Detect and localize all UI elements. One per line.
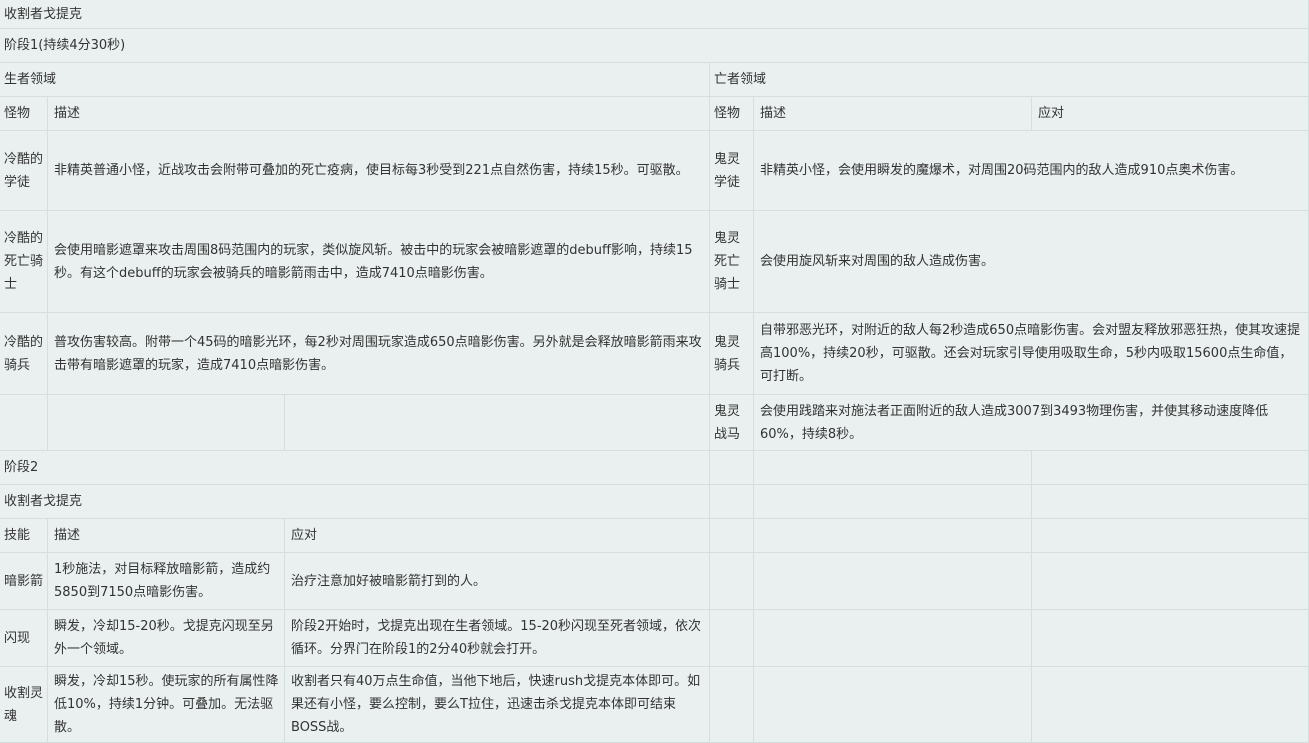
empty-cell [754, 610, 1032, 667]
dead-realm-header: 亡者领域 [710, 63, 1309, 97]
empty-cell [710, 553, 754, 610]
skill-name: 闪现 [0, 610, 48, 667]
dead-monster-name: 鬼灵学徒 [710, 131, 754, 211]
empty-cell [1032, 485, 1309, 519]
empty-cell [1032, 610, 1309, 667]
skill-desc: 瞬发，冷却15秒。使玩家的所有属性降低10%，持续1分钟。可叠加。无法驱散。 [48, 667, 285, 743]
empty-cell [1032, 519, 1309, 553]
skill-response: 治疗注意加好被暗影箭打到的人。 [285, 553, 710, 610]
page-title: 收割者戈提克 [0, 0, 1309, 29]
skill-name: 收割灵魂 [0, 667, 48, 743]
empty-cell [754, 519, 1032, 553]
empty-cell [0, 395, 48, 451]
col-header-desc: 描述 [48, 97, 710, 131]
boss-header: 收割者戈提克 [0, 485, 710, 519]
dead-monster-name: 鬼灵战马 [710, 395, 754, 451]
living-realm-header: 生者领域 [0, 63, 710, 97]
living-monster-desc: 会使用暗影遮罩来攻击周围8码范围内的玩家，类似旋风斩。被击中的玩家会被暗影遮罩的… [48, 211, 710, 313]
empty-cell [285, 395, 710, 451]
empty-cell [754, 451, 1032, 485]
empty-cell [754, 667, 1032, 743]
col-header-skill: 技能 [0, 519, 48, 553]
col-header-desc-dead: 描述 [754, 97, 1032, 131]
empty-cell [1032, 553, 1309, 610]
phase1-header: 阶段1(持续4分30秒) [0, 29, 1309, 63]
col-header-response-dead: 应对 [1032, 97, 1309, 131]
skill-response: 收割者只有40万点生命值，当他下地后，快速rush戈提克本体即可。如果还有小怪，… [285, 667, 710, 743]
dead-monster-name: 鬼灵死亡骑士 [710, 211, 754, 313]
living-monster-name: 冷酷的学徒 [0, 131, 48, 211]
col-header-monster-dead: 怪物 [710, 97, 754, 131]
dead-monster-desc: 会使用践踏来对施法者正面附近的敌人造成3007到3493物理伤害，并使其移动速度… [754, 395, 1309, 451]
skill-response: 阶段2开始时，戈提克出现在生者领域。15-20秒闪现至死者领域，依次循环。分界门… [285, 610, 710, 667]
empty-cell [48, 395, 285, 451]
empty-cell [710, 610, 754, 667]
empty-cell [754, 553, 1032, 610]
living-monster-desc: 普攻伤害较高。附带一个45码的暗影光环，每2秒对周围玩家造成650点暗影伤害。另… [48, 313, 710, 395]
dead-monster-name: 鬼灵骑兵 [710, 313, 754, 395]
living-monster-desc: 非精英普通小怪，近战攻击会附带可叠加的死亡疫病，使目标每3秒受到221点自然伤害… [48, 131, 710, 211]
col-header-skill-response: 应对 [285, 519, 710, 553]
empty-cell [710, 451, 754, 485]
skill-desc: 瞬发，冷却15-20秒。戈提克闪现至另外一个领域。 [48, 610, 285, 667]
empty-cell [1032, 451, 1309, 485]
empty-cell [710, 485, 754, 519]
skill-desc: 1秒施法，对目标释放暗影箭，造成约5850到7150点暗影伤害。 [48, 553, 285, 610]
empty-cell [754, 485, 1032, 519]
skill-name: 暗影箭 [0, 553, 48, 610]
empty-cell [710, 519, 754, 553]
col-header-skill-desc: 描述 [48, 519, 285, 553]
empty-cell [710, 667, 754, 743]
col-header-monster: 怪物 [0, 97, 48, 131]
phase2-header: 阶段2 [0, 451, 710, 485]
dead-monster-desc: 自带邪恶光环，对附近的敌人每2秒造成650点暗影伤害。会对盟友释放邪恶狂热，使其… [754, 313, 1309, 395]
dead-monster-desc: 非精英小怪，会使用瞬发的魔爆术，对周围20码范围内的敌人造成910点奥术伤害。 [754, 131, 1309, 211]
dead-monster-desc: 会使用旋风斩来对周围的敌人造成伤害。 [754, 211, 1309, 313]
living-monster-name: 冷酷的骑兵 [0, 313, 48, 395]
living-monster-name: 冷酷的死亡骑士 [0, 211, 48, 313]
empty-cell [1032, 667, 1309, 743]
